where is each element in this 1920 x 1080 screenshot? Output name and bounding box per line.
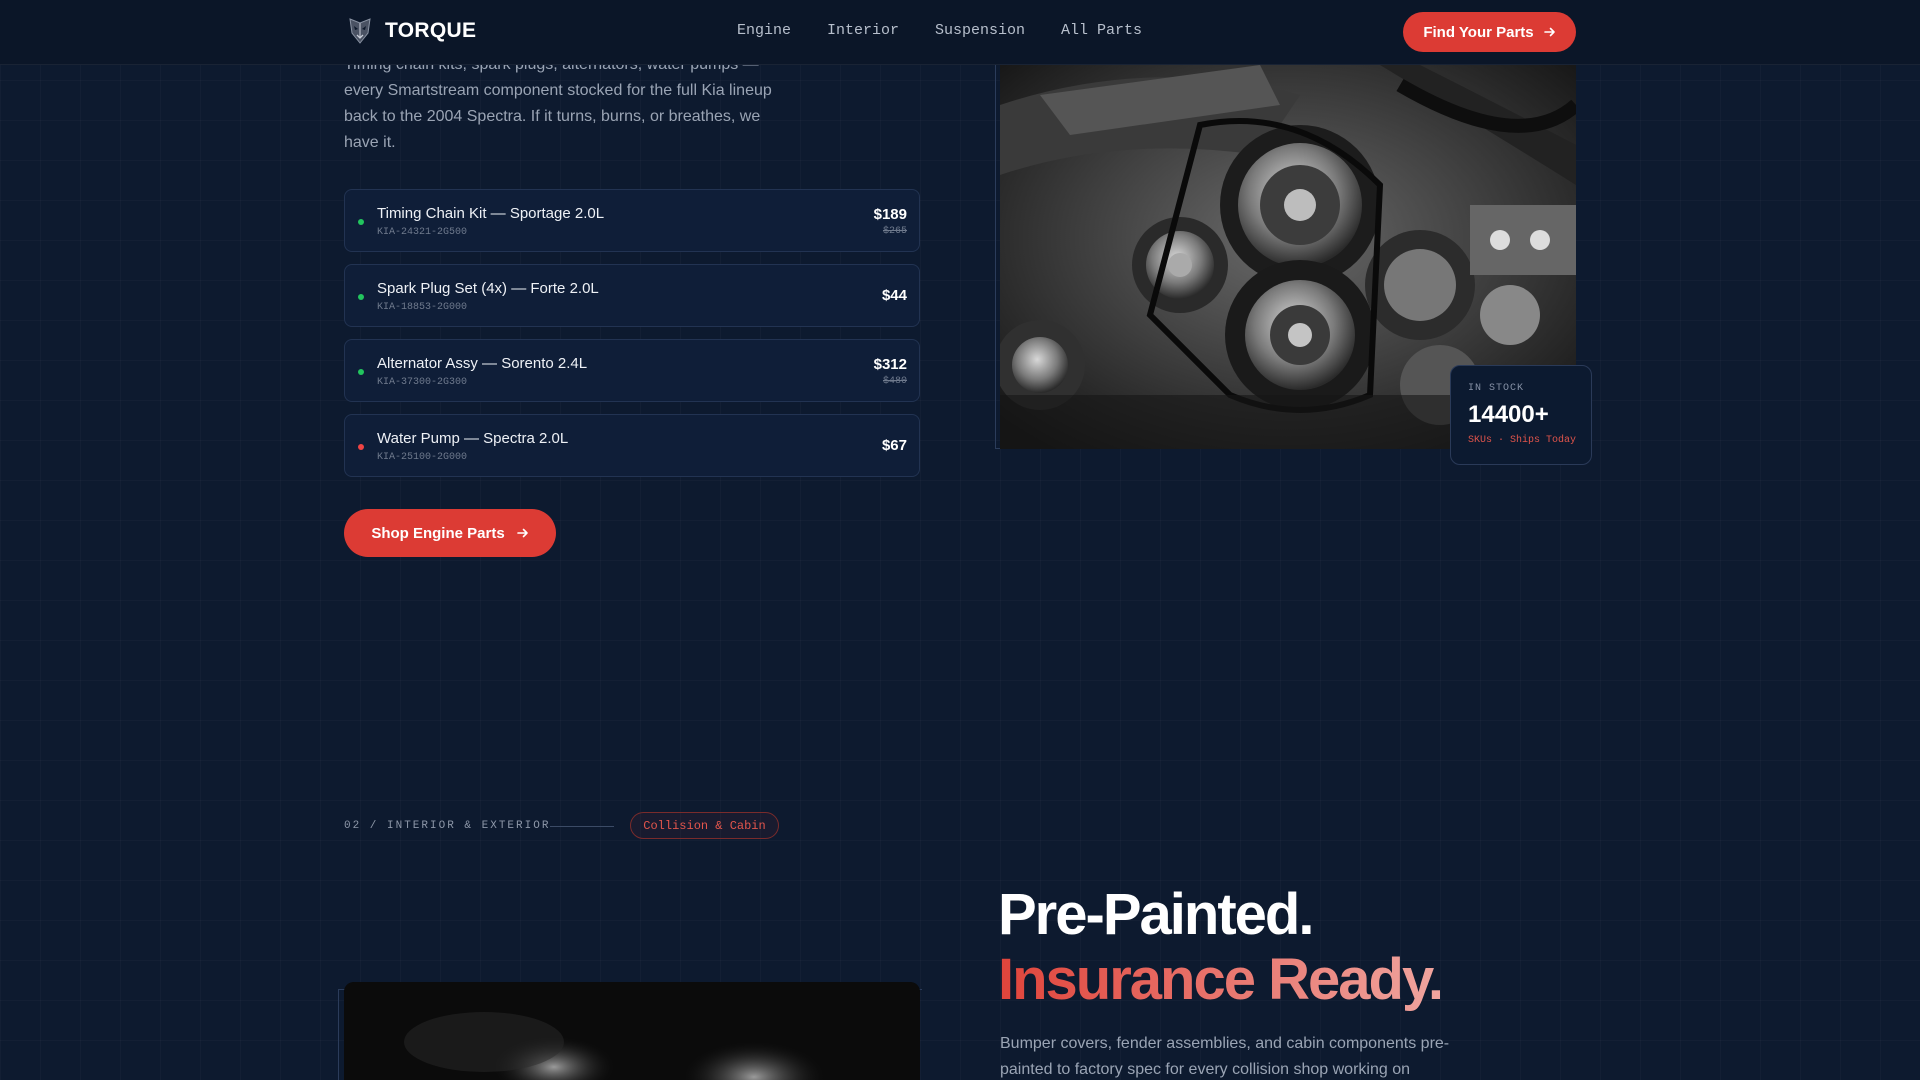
shop-engine-parts-button[interactable]: Shop Engine Parts [344,509,556,557]
part-name: Spark Plug Set (4x) — Forte 2.0L [377,280,599,297]
part-card[interactable]: Spark Plug Set (4x) — Forte 2.0L KIA-188… [344,264,920,327]
nav-links: Engine Interior Suspension All Parts [737,22,1142,39]
cabin-photo [344,982,920,1080]
brand-name: TORQUE [385,19,477,42]
part-card[interactable]: Water Pump — Spectra 2.0L KIA-25100-2G00… [344,414,920,477]
part-sku: KIA-18853-2G000 [377,302,468,313]
section-badge: Collision & Cabin [630,812,779,839]
section-label: 02 / INTERIOR & EXTERIOR [344,820,551,832]
section-divider [550,826,614,827]
nav-link-engine[interactable]: Engine [737,22,791,39]
part-sku: KIA-24321-2G500 [377,227,468,238]
part-name: Water Pump — Spectra 2.0L [377,430,569,447]
part-price: $44 [881,287,907,304]
section-description: Bumper covers, fender assemblies, and ca… [1000,1035,1450,1078]
part-price: $189 [873,206,907,223]
parts-list: Timing Chain Kit — Sportage 2.0L KIA-243… [344,189,920,489]
section-headline: Pre-Painted. Insurance Ready. [998,882,1444,1012]
stock-card: IN STOCK 14400+ SKUs · Ships Today [1450,365,1592,465]
shop-engine-parts-label: Shop Engine Parts [371,524,505,542]
headline-line-1: Pre-Painted. [998,882,1314,947]
part-sku: KIA-25100-2G000 [377,452,468,463]
part-old-price: $265 [882,226,907,237]
stock-count: 14400+ [1468,401,1549,428]
part-old-price: $480 [882,376,907,387]
part-price: $312 [873,356,907,373]
arrow-right-icon [1543,27,1555,37]
top-navbar: TORQUE Engine Interior Suspension All Pa… [0,0,1920,65]
hero-intro: Timing chain kits, spark plugs, alternat… [344,56,772,151]
nav-link-suspension[interactable]: Suspension [935,22,1025,39]
in-stock-indicator [358,369,364,375]
stock-label: IN STOCK [1468,383,1525,394]
part-sku: KIA-37300-2G300 [377,377,468,388]
in-stock-indicator [358,219,364,225]
nav-link-interior[interactable]: Interior [827,22,899,39]
find-your-parts-button[interactable]: Find Your Parts [1403,12,1576,52]
part-name: Timing Chain Kit — Sportage 2.0L [377,205,605,222]
mask-logo-icon [349,18,371,44]
part-price: $67 [881,437,907,454]
headline-line-2: Insurance Ready. [998,947,1444,1012]
part-name: Alternator Assy — Sorento 2.4L [377,355,588,372]
brand-logo[interactable]: TORQUE [347,17,476,45]
nav-link-all-parts[interactable]: All Parts [1061,22,1142,39]
stock-subtext: SKUs · Ships Today [1468,435,1577,446]
find-your-parts-label: Find Your Parts [1423,23,1534,41]
low-stock-indicator [358,444,364,450]
part-card[interactable]: Alternator Assy — Sorento 2.4L KIA-37300… [344,339,920,402]
arrow-right-icon [516,528,528,538]
in-stock-indicator [358,294,364,300]
part-card[interactable]: Timing Chain Kit — Sportage 2.0L KIA-243… [344,189,920,252]
